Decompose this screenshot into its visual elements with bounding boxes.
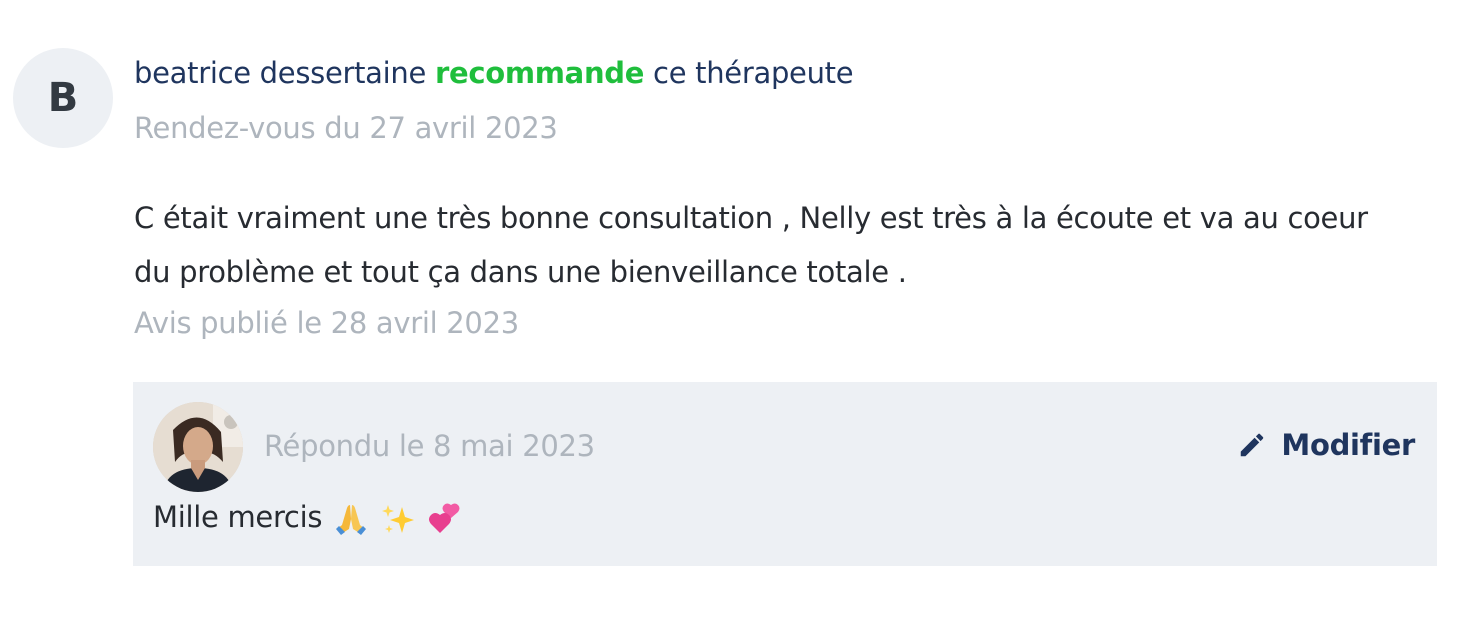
reply-date: Répondu le 8 mai 2023 — [264, 429, 595, 463]
author-avatar: B — [13, 48, 113, 148]
therapist-reply: Répondu le 8 mai 2023 Modifier Mille mer… — [133, 382, 1437, 566]
published-date: Avis publié le 28 avril 2023 — [134, 306, 519, 340]
appointment-date: Rendez-vous du 27 avril 2023 — [134, 111, 558, 145]
recommend-label: recommande — [434, 56, 645, 90]
therapist-avatar — [153, 402, 243, 492]
edit-label: Modifier — [1281, 428, 1415, 462]
review-comment: C était vraiment une très bonne consulta… — [134, 201, 1368, 289]
two-hearts-icon — [428, 503, 460, 533]
author-name: beatrice dessertaine — [134, 56, 427, 90]
avatar-initial: B — [47, 75, 79, 121]
reply-message: Mille mercis — [153, 500, 463, 537]
pencil-icon — [1241, 433, 1264, 457]
folded-hands-icon — [336, 505, 367, 535]
edit-reply-button[interactable]: Modifier — [1237, 428, 1415, 462]
sparkles-icon — [381, 505, 414, 533]
recommend-suffix: ce thérapeute — [653, 56, 854, 90]
review-card: B beatrice dessertaine recommande ce thé… — [0, 0, 1477, 640]
reply-text: Mille mercis — [153, 500, 323, 534]
review-headline: beatrice dessertaine recommande ce théra… — [134, 56, 854, 90]
